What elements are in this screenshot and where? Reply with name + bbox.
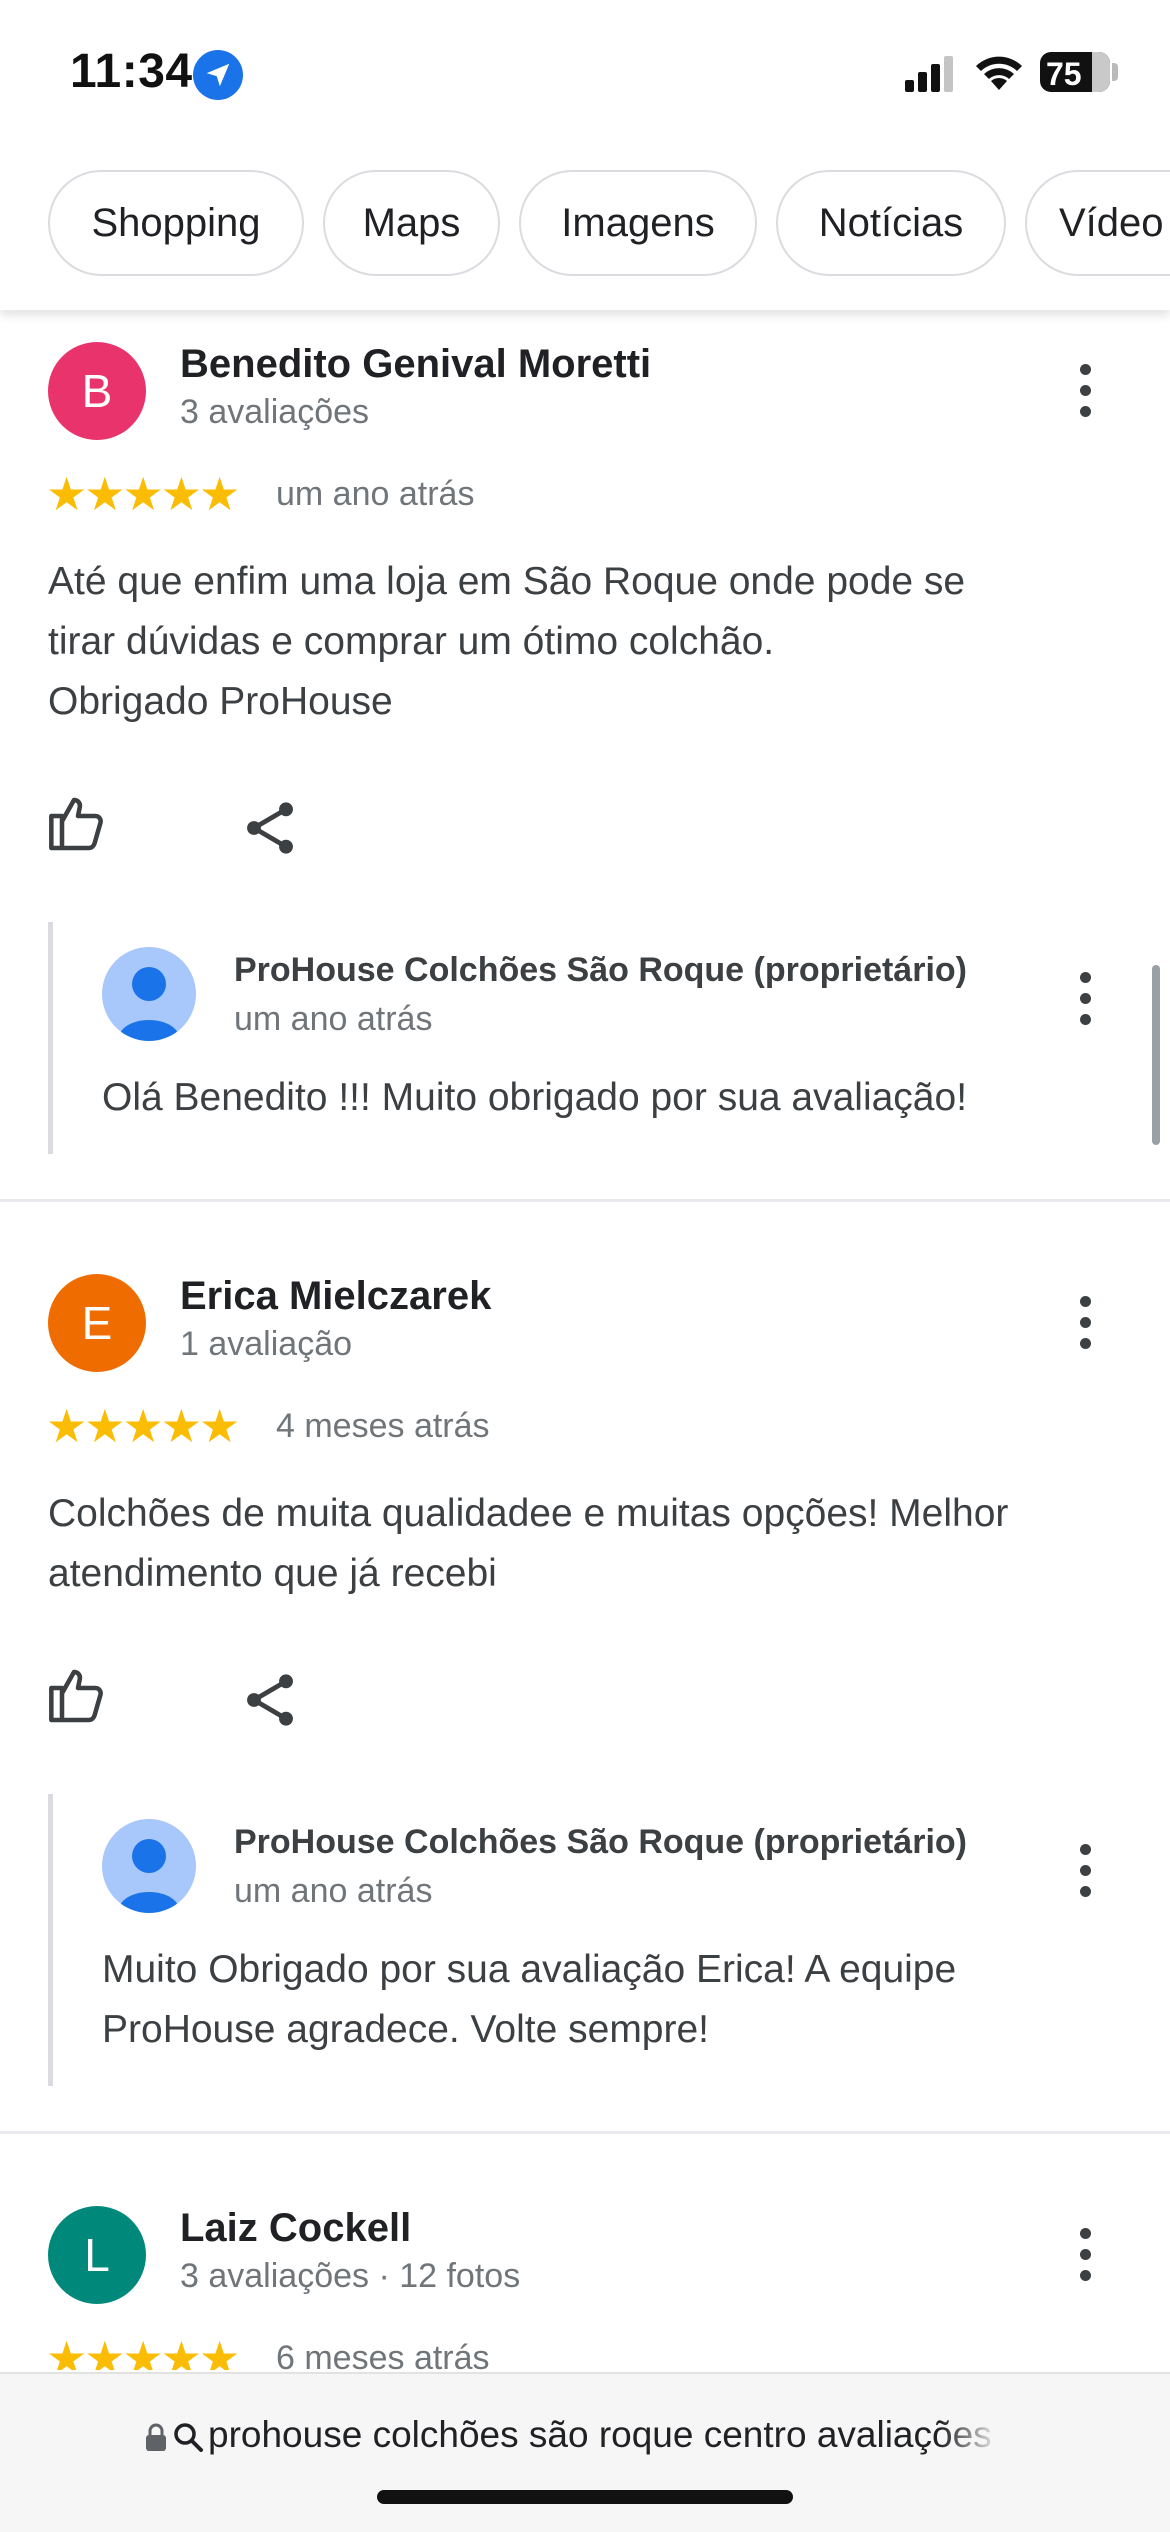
owner-avatar xyxy=(102,947,196,1041)
more-options-icon[interactable] xyxy=(1066,360,1106,420)
avatar[interactable]: B xyxy=(48,342,146,440)
review-time: 6 meses atrás xyxy=(276,2339,490,2370)
reply-more-options-icon[interactable] xyxy=(1066,1840,1106,1900)
owner-avatar xyxy=(102,1819,196,1913)
scrollbar[interactable] xyxy=(1152,965,1160,1145)
chip-imagens[interactable]: Imagens xyxy=(519,170,757,276)
star-rating: ★★★★★ xyxy=(46,1400,241,1452)
avatar[interactable]: E xyxy=(48,1274,146,1372)
avatar[interactable]: L xyxy=(48,2206,146,2304)
reply-text: Muito Obrigado por sua avaliação Erica! … xyxy=(102,1948,957,2051)
battery-level: 75 xyxy=(1046,56,1082,92)
owner-name: ProHouse Colchões São Roque (proprietári… xyxy=(234,951,967,989)
cellular-signal-icon xyxy=(905,56,953,92)
reply-more-options-icon[interactable] xyxy=(1066,968,1106,1028)
chip-maps[interactable]: Maps xyxy=(323,170,500,276)
reply-time: um ano atrás xyxy=(234,1872,433,1910)
search-query-text: prohouse colchões são roque centro avali… xyxy=(208,2414,992,2455)
review-text: Até que enfim uma loja em São Roque onde… xyxy=(48,560,966,723)
wifi-icon xyxy=(976,56,1022,90)
more-options-icon[interactable] xyxy=(1066,1292,1106,1352)
star-rating: ★★★★★ xyxy=(46,2332,241,2370)
chip-shopping[interactable]: Shopping xyxy=(48,170,304,276)
review-divider xyxy=(0,2131,1170,2134)
reply-time: um ano atrás xyxy=(234,1000,433,1038)
search-filter-chips: Shopping Maps Imagens Notícias Vídeo xyxy=(0,150,1170,310)
chip-videos[interactable]: Vídeo xyxy=(1025,170,1170,276)
chip-noticias[interactable]: Notícias xyxy=(776,170,1006,276)
review-text: Colchões de muita qualidadee e muitas op… xyxy=(48,1492,1009,1595)
reply-text: Olá Benedito !!! Muito obrigado por sua … xyxy=(102,1076,968,1119)
reviewer-name[interactable]: Laiz Cockell xyxy=(180,2206,411,2251)
thumbs-up-icon[interactable] xyxy=(46,1664,110,1728)
star-rating: ★★★★★ xyxy=(46,468,241,520)
lock-icon xyxy=(146,2423,166,2451)
more-options-icon[interactable] xyxy=(1066,2224,1106,2284)
reviewer-meta: 3 avaliações xyxy=(180,393,370,431)
home-indicator xyxy=(377,2490,793,2504)
reviewer-meta: 3 avaliações · 12 fotos xyxy=(180,2257,521,2295)
battery-icon: 75 xyxy=(1040,52,1110,92)
url-field[interactable]: prohouse colchões são roque centro avali… xyxy=(140,2412,1000,2462)
owner-name: ProHouse Colchões São Roque (proprietári… xyxy=(234,1823,967,1861)
status-bar: 11:34 75 xyxy=(0,0,1170,150)
review-time: 4 meses atrás xyxy=(276,1407,490,1445)
reviews-list: B Benedito Genival Moretti 3 avaliações … xyxy=(0,310,1170,2370)
owner-reply-bar xyxy=(48,1794,53,2086)
review-time: um ano atrás xyxy=(276,475,475,513)
share-icon[interactable] xyxy=(238,1668,302,1732)
reviewer-name[interactable]: Erica Mielczarek xyxy=(180,1274,491,1319)
owner-reply-bar xyxy=(48,922,53,1154)
share-icon[interactable] xyxy=(238,796,302,860)
review-divider xyxy=(0,1199,1170,1202)
reviewer-meta: 1 avaliação xyxy=(180,1325,353,1363)
location-arrow-icon xyxy=(193,50,243,100)
browser-address-bar[interactable]: prohouse colchões são roque centro avali… xyxy=(0,2372,1170,2532)
search-icon xyxy=(174,2423,203,2452)
status-time: 11:34 xyxy=(70,45,193,98)
reviewer-name[interactable]: Benedito Genival Moretti xyxy=(180,342,651,387)
thumbs-up-icon[interactable] xyxy=(46,792,110,856)
